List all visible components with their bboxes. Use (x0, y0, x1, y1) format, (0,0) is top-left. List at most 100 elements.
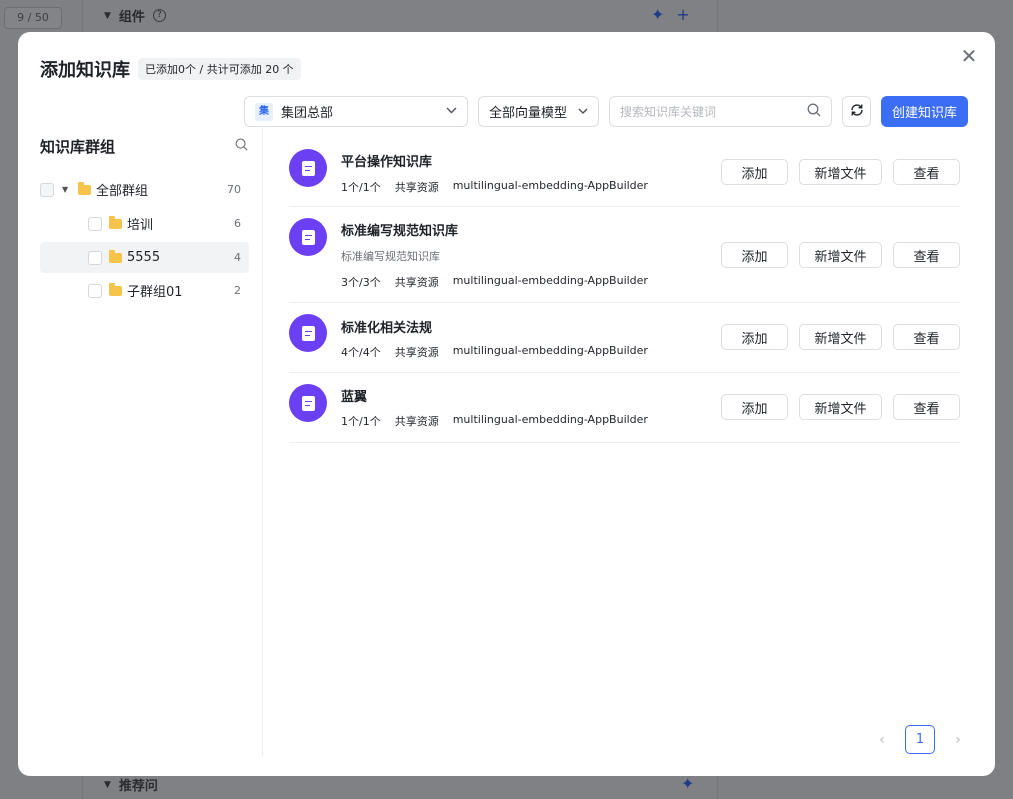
add-button[interactable]: 添加 (721, 394, 788, 420)
group-item-5555[interactable]: 5555 4 (40, 242, 249, 273)
background-components-row: ▼ 组件 ? (104, 6, 166, 25)
folder-icon (109, 249, 122, 263)
file-count: 1个/1个 (341, 181, 381, 194)
help-icon: ? (152, 9, 166, 22)
knowledge-base-list: 平台操作知识库 1个/1个 共享资源 multilingual-embeddin… (289, 136, 960, 443)
list-item: 平台操作知识库 1个/1个 共享资源 multilingual-embeddin… (289, 136, 960, 207)
file-count: 3个/3个 (341, 276, 381, 289)
add-button[interactable]: 添加 (721, 159, 788, 185)
knowledge-base-icon (289, 218, 327, 256)
group-checkbox[interactable] (88, 216, 102, 231)
search-icon[interactable] (807, 103, 821, 121)
group-item-training[interactable]: 培训 6 (40, 208, 249, 239)
search-box[interactable] (609, 96, 832, 127)
knowledge-base-meta: 3个/3个 共享资源 multilingual-embedding-AppBui… (341, 274, 648, 290)
pagination: ‹ 1 › (875, 725, 965, 754)
caret-down-icon: ▼ (104, 779, 111, 790)
view-button[interactable]: 查看 (893, 242, 960, 268)
knowledge-base-icon (289, 149, 327, 187)
share-type: 共享资源 (394, 346, 439, 359)
add-file-button[interactable]: 新增文件 (799, 242, 882, 268)
chevron-down-icon (578, 106, 588, 117)
caret-down-icon[interactable]: ▼ (62, 185, 70, 194)
knowledge-base-actions: 添加 新增文件 查看 (721, 159, 960, 185)
view-button[interactable]: 查看 (893, 324, 960, 350)
list-item: 蓝翼 1个/1个 共享资源 multilingual-embedding-App… (289, 373, 960, 443)
list-item: 标准编写规范知识库 标准编写规范知识库 3个/3个 共享资源 multiling… (289, 207, 960, 303)
knowledge-base-actions: 添加 新增文件 查看 (721, 394, 960, 420)
refresh-icon (850, 103, 864, 121)
modal-title: 添加知识库 (40, 60, 130, 81)
sparkle-icon: ✦ (681, 774, 695, 793)
folder-icon (78, 181, 91, 195)
folder-icon (109, 282, 122, 296)
background-components-label: 组件 (118, 10, 145, 25)
group-checkbox[interactable] (40, 182, 54, 197)
caret-down-icon: ▼ (104, 10, 111, 21)
toolbar: 集 集团总部 全部向量模型 创建知识库 (244, 96, 969, 127)
chevron-right-icon[interactable]: › (951, 732, 965, 748)
quota-badge: 已添加0个 / 共计可添加 20 个 (138, 58, 301, 80)
knowledge-base-name: 标准化相关法规 (341, 321, 433, 336)
view-button[interactable]: 查看 (893, 394, 960, 420)
background-recommend-row: ▼ 推荐问 (104, 775, 158, 794)
add-file-button[interactable]: 新增文件 (799, 394, 882, 420)
chevron-left-icon[interactable]: ‹ (875, 732, 889, 748)
model-select-value: 全部向量模型 (489, 106, 568, 121)
group-item-all[interactable]: ▼ 全部群组 70 (40, 174, 249, 205)
knowledge-base-name: 蓝翼 (341, 390, 368, 405)
create-knowledge-base-button[interactable]: 创建知识库 (881, 96, 969, 127)
plus-icon: + (676, 5, 690, 24)
group-label: 全部群组 (96, 184, 149, 199)
group-panel-title: 知识库群组 (40, 138, 116, 156)
knowledge-base-name: 平台操作知识库 (341, 155, 433, 170)
modal-header: 添加知识库 已添加0个 / 共计可添加 20 个 (40, 56, 301, 82)
embedding-model: multilingual-embedding-AppBuilder (452, 344, 648, 357)
add-file-button[interactable]: 新增文件 (799, 324, 882, 350)
close-icon[interactable]: ✕ (959, 46, 979, 66)
file-count: 4个/4个 (341, 346, 381, 359)
knowledge-base-icon (289, 384, 327, 422)
group-count: 70 (227, 183, 241, 196)
org-select[interactable]: 集 集团总部 (244, 96, 468, 127)
org-chip: 集 (255, 102, 273, 121)
background-counter: 9 / 50 (4, 7, 62, 29)
group-count: 6 (234, 217, 241, 230)
knowledge-base-meta: 1个/1个 共享资源 multilingual-embedding-AppBui… (341, 179, 648, 195)
org-select-value: 集团总部 (281, 106, 334, 121)
embedding-model: multilingual-embedding-AppBuilder (452, 179, 648, 192)
search-input[interactable] (620, 104, 807, 119)
add-button[interactable]: 添加 (721, 324, 788, 350)
sparkle-icon: ✦ (651, 5, 665, 24)
knowledge-base-meta: 1个/1个 共享资源 multilingual-embedding-AppBui… (341, 413, 648, 429)
list-item: 标准化相关法规 4个/4个 共享资源 multilingual-embeddin… (289, 303, 960, 373)
background-toolbar-icons: ✦ + (651, 5, 690, 24)
share-type: 共享资源 (394, 415, 439, 428)
group-checkbox[interactable] (88, 283, 102, 298)
model-select[interactable]: 全部向量模型 (478, 96, 599, 127)
embedding-model: multilingual-embedding-AppBuilder (452, 413, 648, 426)
share-type: 共享资源 (394, 276, 439, 289)
refresh-button[interactable] (842, 96, 871, 127)
knowledge-base-actions: 添加 新增文件 查看 (721, 242, 960, 268)
group-panel-header: 知识库群组 (40, 136, 248, 157)
share-type: 共享资源 (394, 181, 439, 194)
add-file-button[interactable]: 新增文件 (799, 159, 882, 185)
add-button[interactable]: 添加 (721, 242, 788, 268)
embedding-model: multilingual-embedding-AppBuilder (452, 274, 648, 287)
group-label: 5555 (127, 250, 161, 265)
page-number[interactable]: 1 (905, 725, 935, 754)
file-count: 1个/1个 (341, 415, 381, 428)
group-label: 培训 (127, 218, 154, 233)
view-button[interactable]: 查看 (893, 159, 960, 185)
knowledge-base-meta: 4个/4个 共享资源 multilingual-embedding-AppBui… (341, 344, 648, 360)
group-count: 4 (234, 251, 241, 264)
group-label: 子群组01 (127, 285, 183, 300)
group-panel: 知识库群组 ▼ 全部群组 70 培训 6 5555 4 子群组01 2 (18, 128, 263, 756)
knowledge-base-name: 标准编写规范知识库 (341, 224, 459, 239)
knowledge-base-description: 标准编写规范知识库 (341, 250, 440, 263)
group-checkbox[interactable] (88, 250, 102, 265)
group-item-subgroup01[interactable]: 子群组01 2 (40, 275, 249, 306)
background-recommend-label: 推荐问 (118, 779, 158, 794)
search-icon[interactable] (235, 138, 248, 155)
